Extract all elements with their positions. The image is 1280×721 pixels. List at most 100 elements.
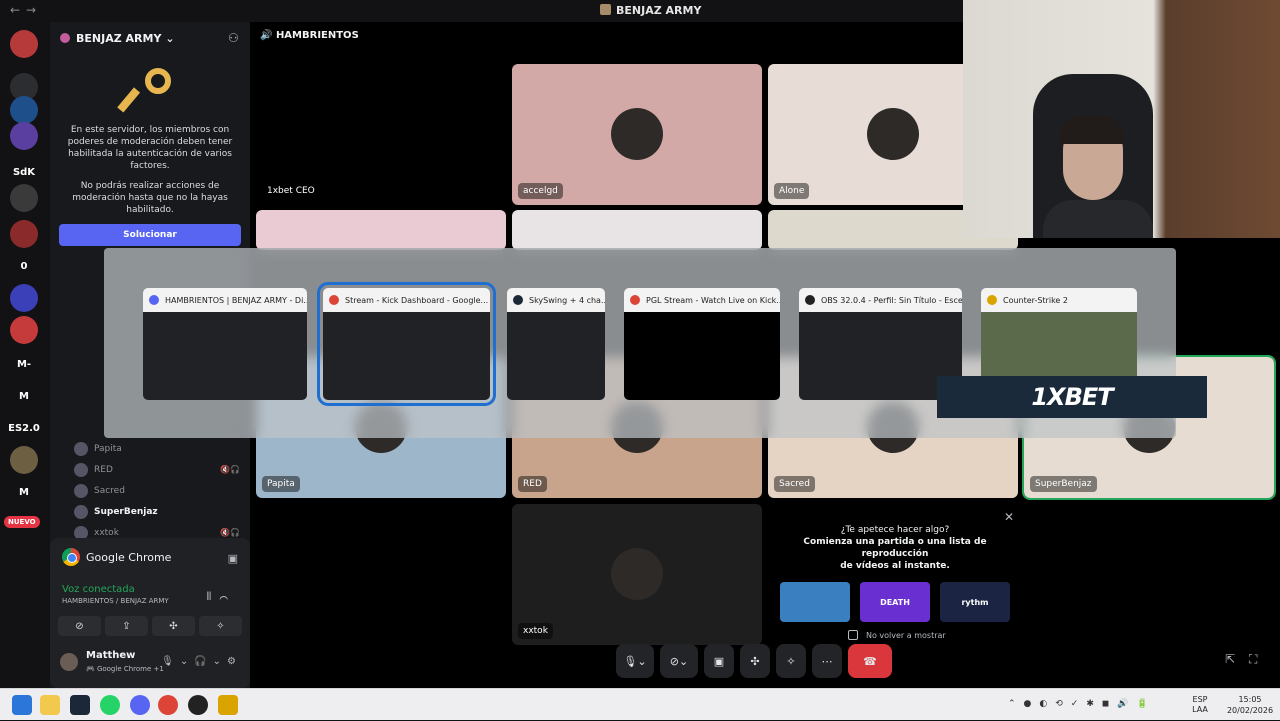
window-thumbnail [143, 312, 307, 400]
screen-share-button[interactable]: ▣ [704, 644, 734, 678]
cs2-icon[interactable] [218, 695, 238, 715]
dont-show-checkbox[interactable]: No volver a mostrar [770, 630, 1020, 640]
member-item[interactable]: SuperBenjaz [74, 501, 250, 522]
avatar [74, 462, 88, 477]
participant-name: Papita [262, 476, 300, 492]
discord-icon[interactable] [130, 695, 150, 715]
window-thumbnail [507, 312, 605, 400]
guild-sidebar: SdK 0 M- M ES2.0 M NUEVO [0, 22, 50, 688]
participant-tile[interactable]: xxtok [512, 504, 762, 645]
participant-tile[interactable] [256, 210, 506, 250]
mfa-notice: En este servidor, los miembros con poder… [50, 62, 250, 246]
app-icon [329, 295, 339, 305]
participant-name: xxtok [518, 623, 553, 639]
switcher-window[interactable]: HAMBRIENTOS | BENJAZ ARMY - Di... [143, 288, 307, 400]
new-badge: NUEVO [4, 516, 40, 528]
avatar [611, 548, 663, 600]
activities-button[interactable]: ✣ [152, 616, 195, 636]
switcher-window[interactable]: Stream - Kick Dashboard - Google... [317, 282, 496, 406]
member-item[interactable]: RED 🔇🎧 [74, 459, 250, 480]
guild-icon[interactable]: ES2.0 [8, 414, 40, 442]
switcher-window[interactable]: PGL Stream - Watch Live on Kick... [624, 288, 780, 400]
participant-name: accelgd [518, 183, 563, 199]
voice-controls-icons[interactable]: ⦀⌒ [206, 590, 236, 604]
guild-icon[interactable]: 0 [10, 252, 38, 280]
member-item[interactable]: Papita [74, 438, 250, 459]
guild-icon[interactable]: SdK [10, 158, 38, 186]
participant-tile[interactable] [512, 210, 762, 250]
solve-button[interactable]: Solucionar [59, 224, 241, 246]
guild-icon[interactable]: M- [10, 350, 38, 378]
mfa-text-1: En este servidor, los miembros con poder… [67, 125, 233, 171]
window-thumbnail [323, 312, 490, 400]
user-controls-icons[interactable]: 🎙⌄🎧⌄⚙ [161, 656, 242, 667]
guild-icon[interactable] [10, 316, 38, 344]
activity-game[interactable]: DEATH [860, 582, 930, 622]
file-explorer-icon[interactable] [40, 695, 60, 715]
member-status-icons: 🔇🎧 [220, 528, 240, 537]
camera-off-button[interactable]: ⊘ [58, 616, 101, 636]
call-controls: 🎙⌄ ⊘⌄ ▣ ✣ ✧ ⋯ ☎ [616, 644, 900, 678]
window-title: BENJAZ ARMY [600, 4, 701, 17]
guild-icon[interactable]: M [10, 382, 38, 410]
member-item[interactable]: Sacred [74, 480, 250, 501]
checkbox-box[interactable] [848, 630, 858, 640]
switcher-window[interactable]: SkySwing + 4 cha... [507, 288, 605, 400]
guild-icon[interactable] [10, 284, 38, 312]
disconnect-button[interactable]: ☎ [848, 644, 892, 678]
activity-game[interactable] [780, 582, 850, 622]
tray-icons[interactable]: ⌃●◐⟲✓✱◼🔊🔋 [1008, 699, 1156, 709]
channel-title: 🔊 HAMBRIENTOS [260, 30, 359, 41]
popout-fullscreen-icons[interactable]: ⇱⛶ [1225, 652, 1271, 667]
mfa-text-2: No podrás realizar acciones de moderació… [72, 181, 228, 215]
activities-button-2[interactable]: ✣ [740, 644, 770, 678]
soundboard-button-2[interactable]: ✧ [776, 644, 806, 678]
mic-button[interactable]: 🎙⌄ [616, 644, 654, 678]
user-activity: 🎮 Google Chrome +1 [86, 665, 164, 673]
stream-app-name: Google Chrome [86, 550, 172, 564]
clock[interactable]: 15:05 20/02/2026 [1220, 694, 1280, 716]
voice-buttons: ⊘ ⇪ ✣ ✧ [58, 616, 242, 636]
taskbar: ⌃●◐⟲✓✱◼🔊🔋 ESP LAA 15:05 20/02/2026 [0, 688, 1280, 720]
server-icon [600, 4, 611, 15]
soundboard-button[interactable]: ✧ [199, 616, 242, 636]
share-screen-button[interactable]: ⇪ [105, 616, 148, 636]
whatsapp-icon[interactable] [100, 695, 120, 715]
close-icon[interactable]: ✕ [1004, 510, 1014, 524]
chrome-taskbar-icon[interactable] [158, 695, 178, 715]
activity-line-2: Comienza una partida o una lista de repr… [803, 537, 987, 559]
guild-icon[interactable] [10, 96, 38, 124]
channel-name: HAMBRIENTOS [275, 30, 359, 41]
window-title: Stream - Kick Dashboard - Google... [345, 295, 489, 305]
member-name: SuperBenjaz [94, 506, 158, 517]
participant-tile[interactable]: accelgd [512, 64, 762, 205]
current-user[interactable]: Matthew 🎮 Google Chrome +1 [60, 650, 164, 674]
obs-icon[interactable] [188, 695, 208, 715]
guild-icon[interactable]: M [10, 478, 38, 506]
screen-share-icon[interactable]: ▣ [228, 552, 238, 565]
guild-icon[interactable] [10, 446, 38, 474]
guild-icon[interactable] [10, 184, 38, 212]
participant-tile[interactable]: 1xbet CEO [256, 64, 506, 205]
member-name: Sacred [94, 485, 125, 496]
guild-icon[interactable] [10, 122, 38, 150]
window-title: SkySwing + 4 cha... [529, 295, 605, 305]
start-icon[interactable] [12, 695, 32, 715]
avatar [74, 441, 88, 456]
language-indicator[interactable]: ESP LAA [1180, 695, 1220, 715]
steam-icon[interactable] [70, 695, 90, 715]
back-forward-icons[interactable]: ←→ [10, 3, 42, 17]
clock-date: 20/02/2026 [1226, 706, 1274, 715]
webcam-overlay [963, 0, 1280, 238]
key-icon [117, 68, 173, 114]
server-header[interactable]: BENJAZ ARMY ⌄ ⚇ [50, 22, 250, 54]
camera-button[interactable]: ⊘⌄ [660, 644, 698, 678]
guild-icon[interactable] [10, 220, 38, 248]
member-name: RED [94, 464, 113, 475]
activity-game[interactable]: rythm [940, 582, 1010, 622]
app-icon [630, 295, 640, 305]
more-button[interactable]: ⋯ [812, 644, 842, 678]
guild-icon[interactable] [10, 30, 38, 58]
lang-2: LAA [1192, 705, 1208, 714]
invite-icon[interactable]: ⚇ [228, 31, 240, 45]
